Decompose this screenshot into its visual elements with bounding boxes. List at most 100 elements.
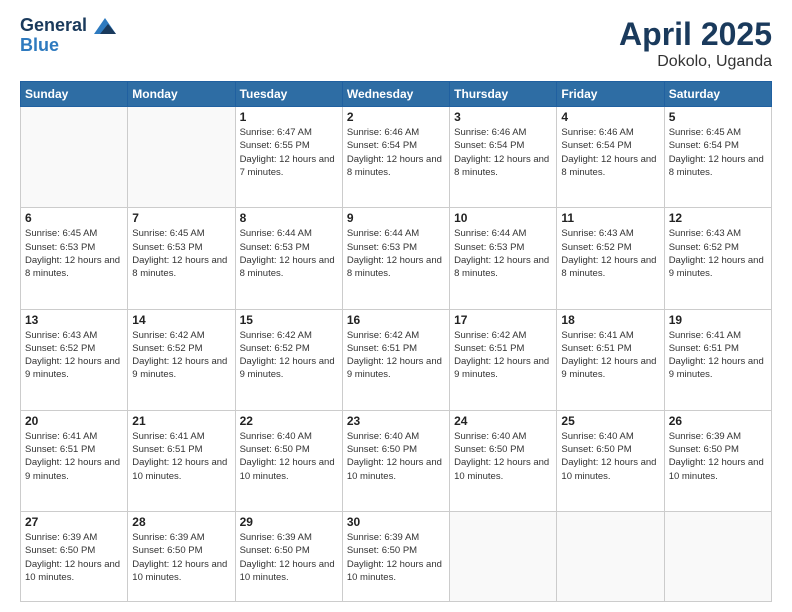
day-number: 3 xyxy=(454,110,552,124)
calendar-cell: 23 Sunrise: 6:40 AM Sunset: 6:50 PM Dayli… xyxy=(342,410,449,511)
cell-text: Sunrise: 6:41 AM Sunset: 6:51 PM Dayligh… xyxy=(25,430,123,483)
cell-text: Sunrise: 6:40 AM Sunset: 6:50 PM Dayligh… xyxy=(240,430,338,483)
day-number: 6 xyxy=(25,211,123,225)
calendar-cell: 22 Sunrise: 6:40 AM Sunset: 6:50 PM Dayli… xyxy=(235,410,342,511)
header: General Blue April 2025 Dokolo, Uganda xyxy=(20,16,772,71)
day-number: 23 xyxy=(347,414,445,428)
calendar-cell xyxy=(664,512,771,602)
day-number: 2 xyxy=(347,110,445,124)
calendar-cell: 28 Sunrise: 6:39 AM Sunset: 6:50 PM Dayli… xyxy=(128,512,235,602)
weekday-header-row: SundayMondayTuesdayWednesdayThursdayFrid… xyxy=(21,82,772,107)
cell-text: Sunrise: 6:39 AM Sunset: 6:50 PM Dayligh… xyxy=(25,531,123,584)
cell-text: Sunrise: 6:45 AM Sunset: 6:53 PM Dayligh… xyxy=(25,227,123,280)
calendar-cell: 24 Sunrise: 6:40 AM Sunset: 6:50 PM Dayli… xyxy=(450,410,557,511)
calendar-cell: 13Sunrise: 6:43 AM Sunset: 6:52 PM Dayli… xyxy=(21,309,128,410)
day-number: 8 xyxy=(240,211,338,225)
logo: General Blue xyxy=(20,16,116,56)
cell-text: Sunrise: 6:42 AM Sunset: 6:52 PM Dayligh… xyxy=(132,329,230,382)
logo-icon xyxy=(94,18,116,34)
logo-line2: Blue xyxy=(20,36,116,56)
calendar-cell: 20Sunrise: 6:41 AM Sunset: 6:51 PM Dayli… xyxy=(21,410,128,511)
calendar-cell xyxy=(450,512,557,602)
calendar-cell: 15Sunrise: 6:42 AM Sunset: 6:52 PM Dayli… xyxy=(235,309,342,410)
cell-text: Sunrise: 6:39 AM Sunset: 6:50 PM Dayligh… xyxy=(669,430,767,483)
day-number: 5 xyxy=(669,110,767,124)
calendar-cell: 9Sunrise: 6:44 AM Sunset: 6:53 PM Daylig… xyxy=(342,208,449,309)
calendar-cell xyxy=(557,512,664,602)
weekday-header: Friday xyxy=(557,82,664,107)
cell-text: Sunrise: 6:40 AM Sunset: 6:50 PM Dayligh… xyxy=(347,430,445,483)
cell-text: Sunrise: 6:46 AM Sunset: 6:54 PM Dayligh… xyxy=(561,126,659,179)
day-number: 9 xyxy=(347,211,445,225)
calendar-cell: 2Sunrise: 6:46 AM Sunset: 6:54 PM Daylig… xyxy=(342,107,449,208)
calendar-cell: 21Sunrise: 6:41 AM Sunset: 6:51 PM Dayli… xyxy=(128,410,235,511)
cell-text: Sunrise: 6:41 AM Sunset: 6:51 PM Dayligh… xyxy=(669,329,767,382)
day-number: 12 xyxy=(669,211,767,225)
calendar-cell: 17Sunrise: 6:42 AM Sunset: 6:51 PM Dayli… xyxy=(450,309,557,410)
location-title: Dokolo, Uganda xyxy=(619,53,772,71)
day-number: 28 xyxy=(132,515,230,529)
weekday-header: Saturday xyxy=(664,82,771,107)
cell-text: Sunrise: 6:39 AM Sunset: 6:50 PM Dayligh… xyxy=(132,531,230,584)
calendar-cell: 5 Sunrise: 6:45 AM Sunset: 6:54 PM Daylig… xyxy=(664,107,771,208)
cell-text: Sunrise: 6:40 AM Sunset: 6:50 PM Dayligh… xyxy=(561,430,659,483)
cell-text: Sunrise: 6:40 AM Sunset: 6:50 PM Dayligh… xyxy=(454,430,552,483)
day-number: 21 xyxy=(132,414,230,428)
title-section: April 2025 Dokolo, Uganda xyxy=(619,16,772,71)
calendar-cell: 3 Sunrise: 6:46 AM Sunset: 6:54 PM Daylig… xyxy=(450,107,557,208)
weekday-header: Thursday xyxy=(450,82,557,107)
day-number: 10 xyxy=(454,211,552,225)
calendar-cell: 29 Sunrise: 6:39 AM Sunset: 6:50 PM Dayli… xyxy=(235,512,342,602)
calendar: SundayMondayTuesdayWednesdayThursdayFrid… xyxy=(20,81,772,602)
cell-text: Sunrise: 6:39 AM Sunset: 6:50 PM Dayligh… xyxy=(240,531,338,584)
day-number: 11 xyxy=(561,211,659,225)
calendar-cell: 11 Sunrise: 6:43 AM Sunset: 6:52 PM Dayli… xyxy=(557,208,664,309)
calendar-cell: 16Sunrise: 6:42 AM Sunset: 6:51 PM Dayli… xyxy=(342,309,449,410)
calendar-cell: 27Sunrise: 6:39 AM Sunset: 6:50 PM Dayli… xyxy=(21,512,128,602)
weekday-header: Sunday xyxy=(21,82,128,107)
day-number: 30 xyxy=(347,515,445,529)
weekday-header: Tuesday xyxy=(235,82,342,107)
cell-text: Sunrise: 6:43 AM Sunset: 6:52 PM Dayligh… xyxy=(561,227,659,280)
calendar-cell xyxy=(128,107,235,208)
calendar-cell: 12 Sunrise: 6:43 AM Sunset: 6:52 PM Dayli… xyxy=(664,208,771,309)
calendar-cell: 6 Sunrise: 6:45 AM Sunset: 6:53 PM Daylig… xyxy=(21,208,128,309)
calendar-cell: 14 Sunrise: 6:42 AM Sunset: 6:52 PM Dayli… xyxy=(128,309,235,410)
day-number: 22 xyxy=(240,414,338,428)
cell-text: Sunrise: 6:44 AM Sunset: 6:53 PM Dayligh… xyxy=(454,227,552,280)
day-number: 1 xyxy=(240,110,338,124)
cell-text: Sunrise: 6:44 AM Sunset: 6:53 PM Dayligh… xyxy=(240,227,338,280)
cell-text: Sunrise: 6:43 AM Sunset: 6:52 PM Dayligh… xyxy=(669,227,767,280)
logo-text: General xyxy=(20,16,116,36)
cell-text: Sunrise: 6:45 AM Sunset: 6:53 PM Dayligh… xyxy=(132,227,230,280)
cell-text: Sunrise: 6:47 AM Sunset: 6:55 PM Dayligh… xyxy=(240,126,338,179)
cell-text: Sunrise: 6:42 AM Sunset: 6:51 PM Dayligh… xyxy=(347,329,445,382)
day-number: 29 xyxy=(240,515,338,529)
cell-text: Sunrise: 6:45 AM Sunset: 6:54 PM Dayligh… xyxy=(669,126,767,179)
day-number: 7 xyxy=(132,211,230,225)
calendar-cell: 18Sunrise: 6:41 AM Sunset: 6:51 PM Dayli… xyxy=(557,309,664,410)
calendar-cell: 1 Sunrise: 6:47 AM Sunset: 6:55 PM Daylig… xyxy=(235,107,342,208)
cell-text: Sunrise: 6:46 AM Sunset: 6:54 PM Dayligh… xyxy=(454,126,552,179)
calendar-row: 20Sunrise: 6:41 AM Sunset: 6:51 PM Dayli… xyxy=(21,410,772,511)
day-number: 17 xyxy=(454,313,552,327)
cell-text: Sunrise: 6:39 AM Sunset: 6:50 PM Dayligh… xyxy=(347,531,445,584)
calendar-cell: 30 Sunrise: 6:39 AM Sunset: 6:50 PM Dayli… xyxy=(342,512,449,602)
cell-text: Sunrise: 6:43 AM Sunset: 6:52 PM Dayligh… xyxy=(25,329,123,382)
day-number: 4 xyxy=(561,110,659,124)
cell-text: Sunrise: 6:42 AM Sunset: 6:52 PM Dayligh… xyxy=(240,329,338,382)
calendar-row: 6 Sunrise: 6:45 AM Sunset: 6:53 PM Daylig… xyxy=(21,208,772,309)
weekday-header: Wednesday xyxy=(342,82,449,107)
calendar-cell: 25Sunrise: 6:40 AM Sunset: 6:50 PM Dayli… xyxy=(557,410,664,511)
calendar-cell: 4 Sunrise: 6:46 AM Sunset: 6:54 PM Daylig… xyxy=(557,107,664,208)
day-number: 26 xyxy=(669,414,767,428)
calendar-cell: 26 Sunrise: 6:39 AM Sunset: 6:50 PM Dayli… xyxy=(664,410,771,511)
day-number: 24 xyxy=(454,414,552,428)
calendar-row: 1 Sunrise: 6:47 AM Sunset: 6:55 PM Daylig… xyxy=(21,107,772,208)
weekday-header: Monday xyxy=(128,82,235,107)
calendar-cell: 19 Sunrise: 6:41 AM Sunset: 6:51 PM Dayli… xyxy=(664,309,771,410)
calendar-cell xyxy=(21,107,128,208)
calendar-cell: 10 Sunrise: 6:44 AM Sunset: 6:53 PM Dayli… xyxy=(450,208,557,309)
day-number: 14 xyxy=(132,313,230,327)
day-number: 19 xyxy=(669,313,767,327)
